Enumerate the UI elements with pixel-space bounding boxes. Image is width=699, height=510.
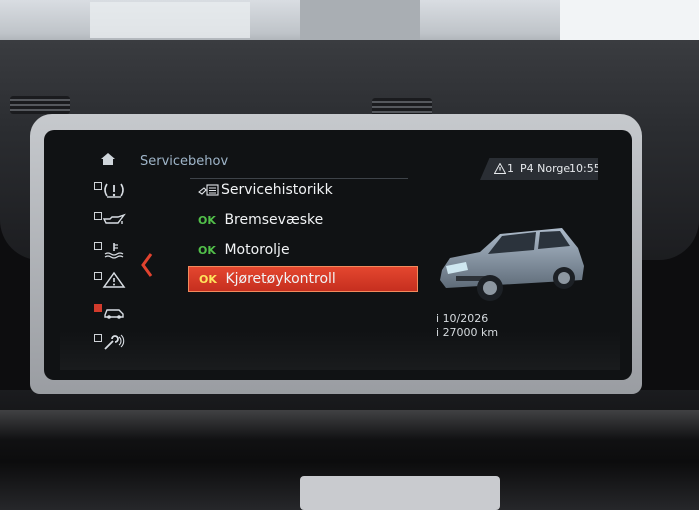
oil-can-icon [102, 213, 126, 224]
menu-item-vehicle-check[interactable]: OK Kjøretøykontroll [188, 266, 418, 292]
chevron-left-icon[interactable] [140, 252, 154, 278]
menu-item-label: Motorolje [224, 242, 290, 258]
air-vent-left [10, 96, 70, 114]
screen-reflection [60, 330, 620, 370]
clock: 10:55 [569, 162, 601, 175]
car-icon [104, 309, 124, 319]
checkbox [94, 212, 102, 220]
menu-item-label: Bremsevæske [224, 212, 324, 228]
warning-icon [494, 163, 506, 174]
checkbox-checked [94, 304, 102, 312]
status-ok: OK [199, 273, 217, 286]
status-ok: OK [198, 244, 216, 257]
vehicle-image [440, 228, 584, 301]
menu-item-engine-oil[interactable]: OK Motorolje [188, 238, 416, 262]
menu-item-service-history[interactable]: Servicehistorikk [188, 178, 416, 202]
page-title: Servicebehov [140, 154, 229, 169]
checkbox [94, 242, 102, 250]
menu-item-label: Servicehistorikk [221, 182, 333, 198]
sidebar [92, 150, 130, 360]
warning-triangle-icon [102, 271, 126, 288]
tire-pressure-icon [104, 183, 124, 198]
console-control [300, 476, 500, 510]
garage-wall [90, 2, 250, 38]
garage-shelf [300, 0, 420, 45]
menu-item-label: Kjøretøykontroll [225, 271, 336, 287]
status-ok: OK [198, 214, 216, 227]
checkbox [94, 182, 102, 190]
sidebar-item-warning[interactable] [92, 268, 130, 294]
radio-station: P4 Norge [520, 162, 571, 175]
due-date: i 10/2026 [436, 312, 489, 325]
coolant-icon [104, 243, 124, 259]
warning-count: 1 [507, 162, 514, 175]
sidebar-item-coolant[interactable] [92, 238, 130, 264]
checkbox [94, 272, 102, 280]
console-gloss [0, 410, 699, 440]
sidebar-item-tire-pressure[interactable] [92, 178, 130, 204]
service-history-icon [198, 184, 219, 196]
menu-item-brake-fluid[interactable]: OK Bremsevæske [188, 208, 416, 232]
sidebar-item-vehicle[interactable] [92, 300, 130, 326]
status-bar: 1 P4 Norge 10:55 [480, 158, 598, 180]
sidebar-item-oil[interactable] [92, 208, 130, 234]
info-icon: i [436, 312, 440, 325]
